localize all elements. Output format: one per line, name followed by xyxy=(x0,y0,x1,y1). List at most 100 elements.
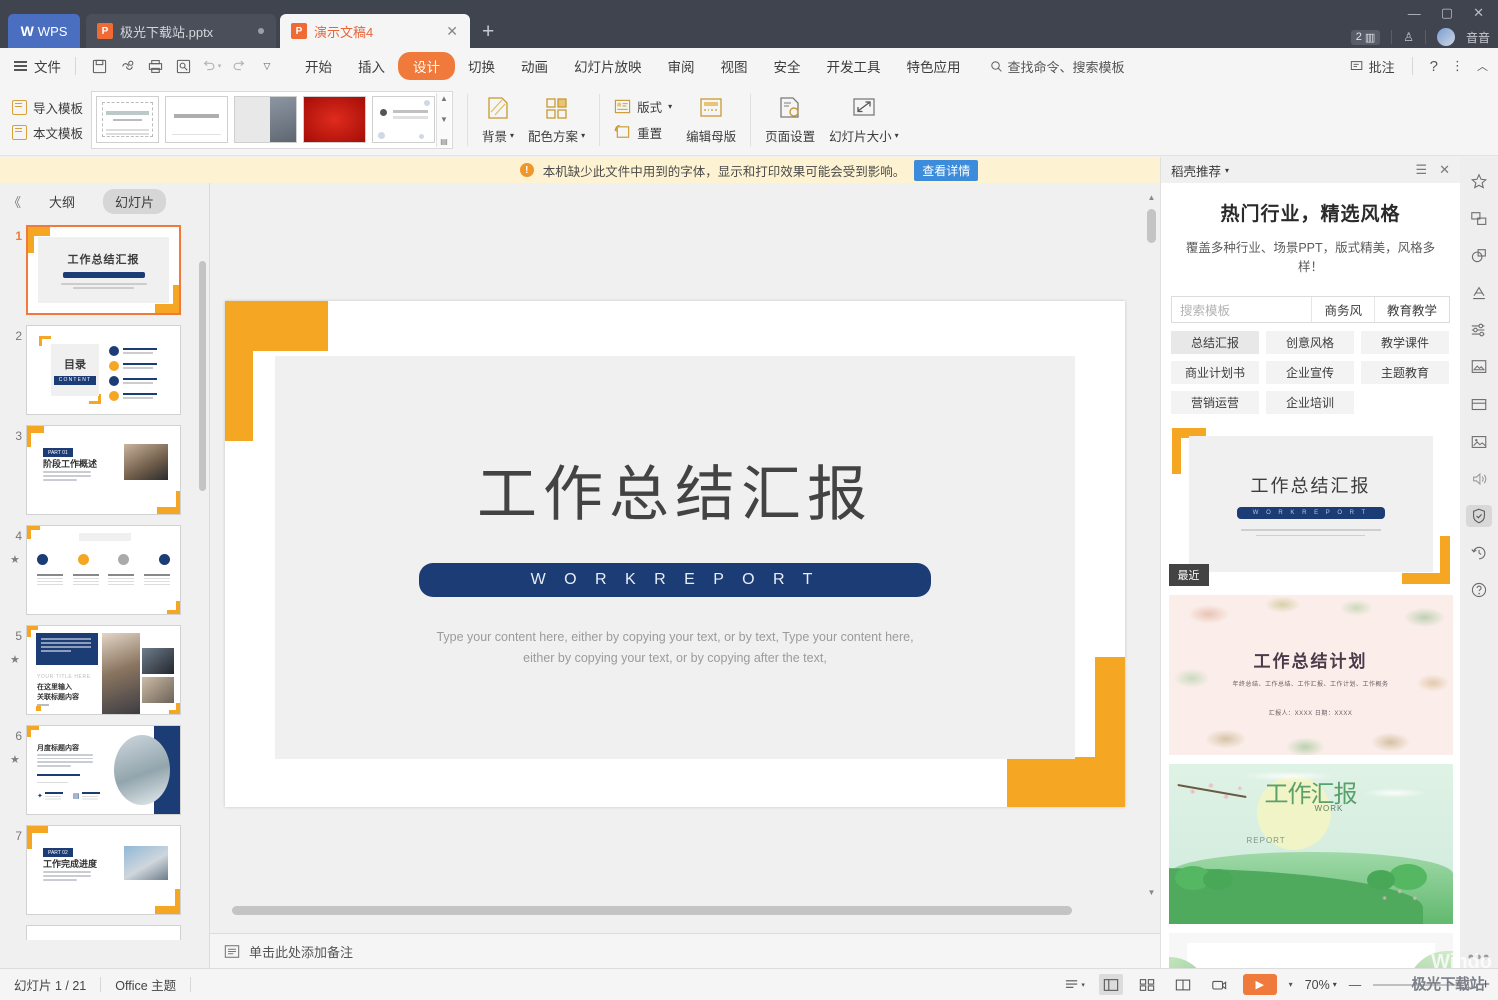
view-details-button[interactable]: 查看详情 xyxy=(914,159,979,181)
cloud-sync-icon[interactable] xyxy=(114,54,140,78)
notes-pane[interactable]: 单击此处添加备注 xyxy=(210,933,1160,968)
avatar[interactable] xyxy=(1436,28,1455,46)
menu-item-insert[interactable]: 插入 xyxy=(345,52,398,80)
chevron-down-icon[interactable]: ▼ xyxy=(1147,888,1156,897)
close-icon[interactable]: ✕ xyxy=(1439,162,1450,178)
theme-gallery-scroll[interactable]: ▲ ▼ ▤ xyxy=(436,92,452,147)
vertical-scroll-thumb[interactable] xyxy=(1147,209,1156,243)
slide-thumb-canvas[interactable]: PART 02 工作完成进度 xyxy=(26,825,181,915)
menu-item-design[interactable]: 设计 xyxy=(398,52,455,80)
slideshow-options-icon[interactable]: ▾ xyxy=(1289,980,1293,989)
slide-thumb-canvas[interactable] xyxy=(26,525,181,615)
shield-check-icon[interactable] xyxy=(1466,505,1492,527)
adjust-sliders-icon[interactable] xyxy=(1466,320,1492,341)
horizontal-scroll-thumb[interactable] xyxy=(232,906,1072,915)
chip-theme-education[interactable]: 主题教育 xyxy=(1361,361,1449,384)
chip-creative-style[interactable]: 创意风格 xyxy=(1266,331,1354,354)
gallery-expand-icon[interactable]: ▤ xyxy=(440,137,448,146)
reset-button[interactable]: 重置 xyxy=(614,123,672,142)
presenter-view-icon[interactable] xyxy=(1207,974,1231,995)
slide-thumb-canvas[interactable]: YOUR TITLE HERE 在这里输入 关联标题内容 xyxy=(26,625,181,715)
menu-item-featured-apps[interactable]: 特色应用 xyxy=(894,52,974,80)
print-icon[interactable] xyxy=(142,54,168,78)
color-scheme-button[interactable]: 配色方案 ▾ xyxy=(528,94,585,145)
collapse-panel-icon[interactable]: 《 xyxy=(8,192,21,211)
background-button[interactable]: 背景 ▾ xyxy=(482,94,514,145)
slide-thumb-canvas[interactable]: PART 01 阶段工作概述 xyxy=(26,425,181,515)
theme-thumb-1[interactable] xyxy=(96,96,160,143)
menu-item-animation[interactable]: 动画 xyxy=(508,52,561,80)
template-card-4[interactable] xyxy=(1168,933,1453,968)
new-tab-button[interactable]: + xyxy=(470,20,506,48)
current-slide[interactable]: 工作总结汇报 W O R K R E P O R T Type your con… xyxy=(225,301,1125,807)
reading-list-icon[interactable]: ▾ xyxy=(1063,974,1087,995)
reading-view-icon[interactable] xyxy=(1171,974,1195,995)
theme-thumb-2[interactable] xyxy=(165,96,229,143)
chevron-up-icon[interactable]: ▲ xyxy=(440,94,448,103)
slide-thumb-canvas[interactable]: 工作总结汇报 xyxy=(26,225,181,315)
chevron-down-icon[interactable]: ▾ xyxy=(668,102,672,111)
skin-icon[interactable]: ♙ xyxy=(1403,30,1414,44)
menu-item-transition[interactable]: 切换 xyxy=(455,52,508,80)
slide-thumbnail-7[interactable]: 7 PART 02 工作完成进度 xyxy=(6,825,195,915)
template-card-2[interactable]: 工作总结计划 年终总结、工作总结、工作汇报、工作计划、工作概务 汇报人：XXXX… xyxy=(1168,595,1453,755)
theme-name[interactable]: Office 主题 xyxy=(101,975,190,994)
print-preview-icon[interactable] xyxy=(170,54,196,78)
user-name[interactable]: 音音 xyxy=(1466,29,1490,46)
image-icon[interactable] xyxy=(1466,431,1492,452)
close-window-button[interactable]: ✕ xyxy=(1473,5,1484,21)
chevron-up-icon[interactable]: ▲ xyxy=(1147,193,1156,202)
more-dots-icon[interactable]: ●●● xyxy=(1466,947,1492,968)
canvas-vertical-scrollbar[interactable]: ▲ ▼ xyxy=(1147,193,1156,897)
redo-icon[interactable] xyxy=(226,54,252,78)
chip-business-plan[interactable]: 商业计划书 xyxy=(1171,361,1259,384)
slides-scrollbar-thumb[interactable] xyxy=(199,261,206,491)
picture-frame-icon[interactable] xyxy=(1466,357,1492,378)
slide-thumbnail-8[interactable] xyxy=(6,925,195,940)
save-icon[interactable] xyxy=(86,54,112,78)
doc-count-badge[interactable]: 2 ▥ xyxy=(1350,29,1381,45)
text-art-icon[interactable] xyxy=(1466,282,1492,303)
template-card-3[interactable]: 工作汇报 WORK REPORT xyxy=(1168,764,1453,924)
chip-marketing-ops[interactable]: 营销运营 xyxy=(1171,391,1259,414)
zoom-out-button[interactable]: — xyxy=(1349,978,1362,992)
wps-home-button[interactable]: W WPS xyxy=(8,14,80,48)
slide-thumbnail-6[interactable]: 6 ★ 月度标题内容 ✦ ▤ xyxy=(6,725,195,815)
menu-item-review[interactable]: 审阅 xyxy=(655,52,708,80)
start-slideshow-button[interactable]: ▶ xyxy=(1242,974,1277,995)
chevron-down-icon[interactable]: ▼ xyxy=(440,115,448,124)
theme-thumb-3[interactable] xyxy=(234,96,298,143)
chip-corporate-promo[interactable]: 企业宣传 xyxy=(1266,361,1354,384)
slide-thumbnail-1[interactable]: 1 工作总结汇报 xyxy=(6,225,195,315)
theme-gallery[interactable]: ▲ ▼ ▤ xyxy=(91,90,454,149)
help-icon[interactable]: ? xyxy=(1430,58,1438,75)
slide-size-button[interactable]: 幻灯片大小 ▾ xyxy=(829,94,899,145)
more-options-icon[interactable]: ⋮ xyxy=(1451,58,1464,74)
slide-sorter-icon[interactable] xyxy=(1135,974,1159,995)
help-circle-icon[interactable] xyxy=(1466,580,1492,601)
slide-body-text[interactable]: Type your content here, either by copyin… xyxy=(435,627,915,668)
edit-master-button[interactable]: 编辑母版 xyxy=(686,94,736,145)
box-icon[interactable] xyxy=(1466,394,1492,415)
layout-button[interactable]: 版式 ▾ xyxy=(614,97,672,116)
chip-teaching-courseware[interactable]: 教学课件 xyxy=(1361,331,1449,354)
shapes-swap-icon[interactable] xyxy=(1466,208,1492,229)
document-tab-1[interactable]: P 极光下载站.pptx xyxy=(86,14,276,48)
zoom-slider[interactable] xyxy=(1373,979,1470,990)
chip-corporate-training[interactable]: 企业培训 xyxy=(1266,391,1354,414)
tab-slides[interactable]: 幻灯片 xyxy=(103,188,167,214)
document-tab-2[interactable]: P 演示文稿4 ✕ xyxy=(280,14,470,48)
maximize-button[interactable]: ▢ xyxy=(1441,5,1453,21)
undo-icon[interactable]: ▾ xyxy=(198,54,224,78)
chip-summary-report[interactable]: 总结汇报 xyxy=(1171,331,1259,354)
zoom-level[interactable]: 70% ▾ xyxy=(1305,978,1337,992)
collapse-ribbon-icon[interactable]: ︿ xyxy=(1477,58,1488,74)
star-effects-icon[interactable] xyxy=(1466,171,1492,192)
slide-title[interactable]: 工作总结汇报 xyxy=(477,446,873,533)
minimize-button[interactable]: — xyxy=(1408,6,1421,21)
slide-editor-canvas[interactable]: 工作总结汇报 W O R K R E P O R T Type your con… xyxy=(210,183,1160,933)
menu-item-start[interactable]: 开始 xyxy=(292,52,345,80)
menu-item-devtools[interactable]: 开发工具 xyxy=(814,52,894,80)
chevron-down-icon[interactable]: ▾ xyxy=(895,131,899,140)
search-preset-business[interactable]: 商务风 xyxy=(1311,297,1374,322)
